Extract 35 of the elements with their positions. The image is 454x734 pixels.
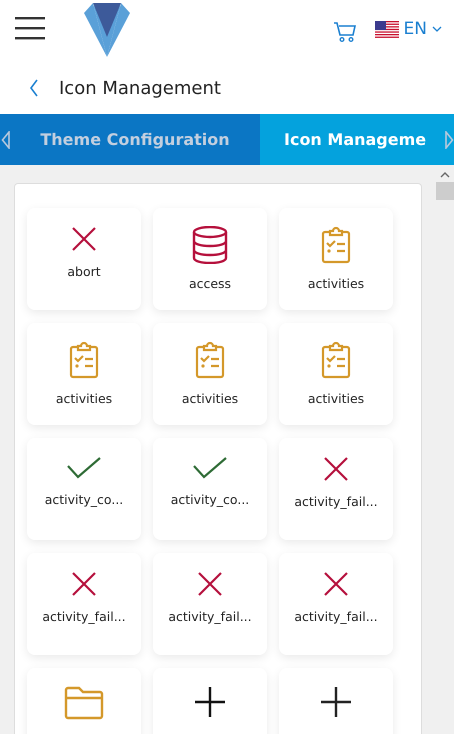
icon-label: abort xyxy=(67,264,101,279)
icon-label: activity_co... xyxy=(170,492,250,507)
scrollbar-thumb[interactable] xyxy=(436,182,454,200)
icon-label: activity_fail... xyxy=(42,609,126,624)
icon-label: activity_fail... xyxy=(168,609,252,624)
scroll-right-icon[interactable] xyxy=(444,131,454,149)
page-title: Icon Management xyxy=(59,78,221,98)
scroll-up-icon[interactable] xyxy=(440,171,450,178)
icon-card[interactable]: activities xyxy=(279,208,393,310)
chevron-down-icon xyxy=(432,26,442,32)
back-icon[interactable] xyxy=(29,79,39,97)
icon-label: activity_fail... xyxy=(294,609,378,624)
cart-icon[interactable] xyxy=(332,21,357,43)
flag-icon xyxy=(374,20,399,38)
icon-card[interactable]: activities xyxy=(279,323,393,425)
icon-card[interactable]: activity_fail... xyxy=(153,553,267,655)
icon-card[interactable]: activities xyxy=(27,323,141,425)
icon-label: activities xyxy=(308,276,364,291)
icon-card[interactable]: activities xyxy=(153,323,267,425)
icon-card[interactable]: abort xyxy=(27,208,141,310)
icon-card[interactable]: activity_fail... xyxy=(279,553,393,655)
icon-label: activity_fail... xyxy=(294,494,378,509)
menu-icon[interactable] xyxy=(14,15,46,41)
icon-label: activities xyxy=(182,391,238,406)
icon-card[interactable]: activity_co... xyxy=(27,438,141,540)
icon-label: access xyxy=(188,276,232,291)
icon-label: activities xyxy=(308,391,364,406)
icon-card[interactable]: access xyxy=(153,208,267,310)
icon-card[interactable]: activity_co... xyxy=(153,438,267,540)
icon-label: activity_co... xyxy=(44,492,124,507)
language-selector[interactable]: EN xyxy=(374,19,442,39)
scroll-left-icon[interactable] xyxy=(1,131,11,149)
icon-card[interactable]: activity_fail... xyxy=(27,553,141,655)
icon-card[interactable]: activity_fail... xyxy=(279,438,393,540)
icon-label: activities xyxy=(56,391,112,406)
